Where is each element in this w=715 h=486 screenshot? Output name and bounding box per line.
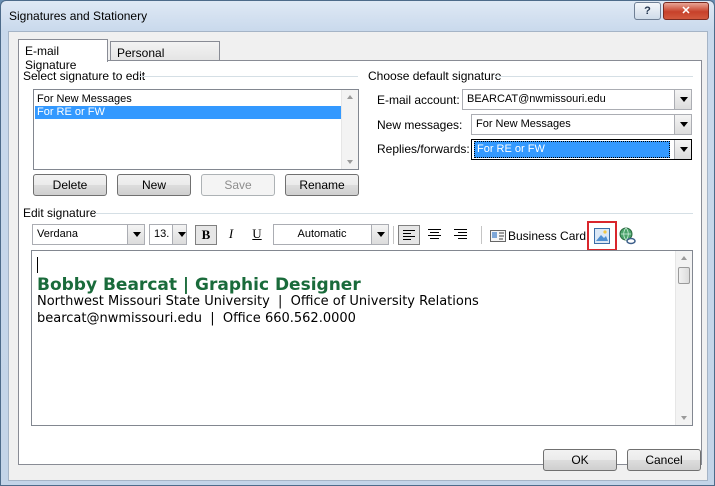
text-caret xyxy=(37,257,38,273)
insert-hyperlink-icon xyxy=(619,227,636,245)
align-center-icon[interactable] xyxy=(424,225,446,245)
align-right-icon[interactable] xyxy=(450,225,472,245)
replies-forwards-select[interactable]: For RE or FW xyxy=(471,139,692,160)
signatures-dialog: Signatures and Stationery ? ✕ E-mail Sig… xyxy=(0,0,715,486)
font-select[interactable]: Verdana xyxy=(32,224,145,245)
insert-picture-button[interactable] xyxy=(593,227,611,245)
chevron-down-icon[interactable] xyxy=(674,140,691,159)
new-messages-select[interactable]: For New Messages xyxy=(471,114,692,135)
delete-button[interactable]: Delete xyxy=(33,174,107,196)
edit-signature-heading: Edit signature xyxy=(23,206,97,220)
font-value: Verdana xyxy=(37,228,78,240)
email-account-label: E-mail account: xyxy=(377,93,460,107)
font-size-value: 13. xyxy=(154,228,170,240)
ok-button[interactable]: OK xyxy=(543,449,617,471)
toolbar-separator xyxy=(393,226,394,244)
close-button[interactable]: ✕ xyxy=(663,2,709,20)
divider xyxy=(495,76,693,77)
scroll-up-icon[interactable] xyxy=(347,95,353,99)
business-card-label: Business Card xyxy=(508,229,587,243)
font-size-select[interactable]: 13. xyxy=(149,224,187,245)
underline-button[interactable]: U xyxy=(246,225,268,245)
signature-editor[interactable]: Bobby Bearcat | Graphic Designer Northwe… xyxy=(31,250,693,426)
font-color-value: Automatic xyxy=(297,228,347,240)
tab-personal-stationery[interactable]: Personal Stationery xyxy=(110,41,220,74)
divider xyxy=(138,76,358,77)
business-card-icon xyxy=(490,230,506,242)
signature-name-line: Bobby Bearcat | Graphic Designer xyxy=(37,275,361,295)
signature-line-3: bearcat@nwmissouri.edu | Office 660.562.… xyxy=(37,311,356,326)
replies-forwards-label: Replies/forwards: xyxy=(377,142,470,156)
chevron-down-icon[interactable] xyxy=(172,225,186,244)
insert-picture-icon xyxy=(594,228,610,244)
tab-email-signature[interactable]: E-mail Signature xyxy=(18,39,108,72)
bold-button[interactable]: B xyxy=(195,225,217,245)
scroll-up-icon[interactable] xyxy=(681,256,687,260)
signature-list[interactable]: For New Messages For RE or FW xyxy=(33,89,359,170)
chevron-down-icon[interactable] xyxy=(127,225,144,244)
scroll-down-icon[interactable] xyxy=(681,416,687,420)
cancel-button[interactable]: Cancel xyxy=(627,449,701,471)
list-item-selected[interactable]: For RE or FW xyxy=(35,106,342,119)
list-item[interactable]: For New Messages xyxy=(35,93,342,106)
divider xyxy=(95,213,693,214)
new-button[interactable]: New xyxy=(117,174,191,196)
align-left-icon[interactable] xyxy=(398,225,420,245)
replies-forwards-value: For RE or FW xyxy=(474,141,670,158)
new-messages-value: For New Messages xyxy=(476,118,571,130)
list-scrollbar[interactable] xyxy=(341,90,358,169)
editor-scrollbar[interactable] xyxy=(675,251,692,425)
window-title: Signatures and Stationery xyxy=(9,9,148,23)
title-bar[interactable]: Signatures and Stationery ? ✕ xyxy=(1,1,714,31)
italic-button[interactable]: I xyxy=(220,225,242,245)
help-button[interactable]: ? xyxy=(634,2,661,20)
chevron-down-icon[interactable] xyxy=(674,115,691,134)
save-button[interactable]: Save xyxy=(201,174,275,196)
font-color-select[interactable]: Automatic xyxy=(273,224,389,245)
new-messages-label: New messages: xyxy=(377,118,463,132)
chevron-down-icon[interactable] xyxy=(371,225,388,244)
email-account-value: BEARCAT@nwmissouri.edu xyxy=(467,93,606,105)
signature-line-2: Northwest Missouri State University | Of… xyxy=(37,294,479,309)
insert-hyperlink-button[interactable] xyxy=(619,227,637,245)
email-account-select[interactable]: BEARCAT@nwmissouri.edu xyxy=(462,89,692,110)
scroll-down-icon[interactable] xyxy=(347,160,353,164)
chevron-down-icon[interactable] xyxy=(674,90,691,109)
default-signature-heading: Choose default signature xyxy=(368,69,502,83)
rename-button[interactable]: Rename xyxy=(285,174,359,196)
toolbar-separator xyxy=(481,226,482,244)
scroll-thumb[interactable] xyxy=(678,267,690,284)
